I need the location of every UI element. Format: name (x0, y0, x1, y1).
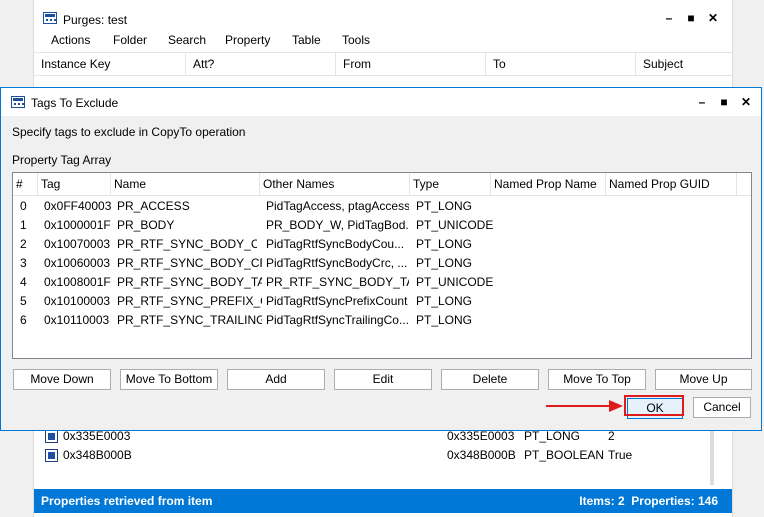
maximize-icon[interactable]: ■ (713, 95, 735, 109)
table-row[interactable]: 0x348B000B 0x348B000B PT_BOOLEAN True (34, 446, 732, 465)
column-name[interactable]: Name (111, 173, 260, 195)
column-index[interactable]: # (13, 173, 38, 195)
status-bar: Properties retrieved from item Items: 2 … (34, 489, 732, 513)
column-att[interactable]: Att? (185, 53, 335, 75)
dialog-app-icon (11, 96, 25, 108)
instruction-text: Specify tags to exclude in CopyTo operat… (12, 125, 246, 139)
list-item[interactable]: 1 0x1000001F PR_BODY PR_BODY_W, PidTagBo… (13, 216, 751, 235)
menu-bar: Actions Folder Search Property Table Too… (34, 30, 732, 50)
list-item[interactable]: 3 0x10060003 PR_RTF_SYNC_BODY_CRC PidTag… (13, 254, 751, 273)
maximize-icon[interactable]: ■ (680, 11, 702, 25)
purges-window-title: Purges: test (63, 13, 128, 27)
list-item[interactable]: 6 0x10110003 PR_RTF_SYNC_TRAILING... Pid… (13, 311, 751, 330)
move-up-button[interactable]: Move Up (655, 369, 752, 390)
cancel-button[interactable]: Cancel (693, 397, 751, 418)
tag-list-header: # Tag Name Other Names Type Named Prop N… (13, 173, 751, 196)
column-named-prop-name[interactable]: Named Prop Name (491, 173, 606, 195)
menu-search[interactable]: Search (168, 33, 206, 47)
menu-property[interactable]: Property (225, 33, 270, 47)
group-label: Property Tag Array (12, 153, 112, 167)
dialog-titlebar: Tags To Exclude – ■ ✕ (1, 88, 761, 116)
add-button[interactable]: Add (227, 369, 325, 390)
menu-tools[interactable]: Tools (342, 33, 370, 47)
move-to-bottom-button[interactable]: Move To Bottom (120, 369, 218, 390)
minimize-icon[interactable]: – (658, 11, 680, 25)
move-to-top-button[interactable]: Move To Top (548, 369, 646, 390)
arrow-right-icon (546, 400, 623, 412)
column-from[interactable]: From (335, 53, 485, 75)
menu-folder[interactable]: Folder (113, 33, 147, 47)
column-tag[interactable]: Tag (38, 173, 111, 195)
property-icon (45, 449, 58, 462)
property-tag-list[interactable]: # Tag Name Other Names Type Named Prop N… (12, 172, 752, 359)
list-item[interactable]: 0 0x0FF40003 PR_ACCESS PidTagAccess, pta… (13, 197, 751, 216)
status-message: Properties retrieved from item (41, 494, 213, 508)
close-icon[interactable]: ✕ (702, 11, 724, 25)
tags-to-exclude-dialog: Tags To Exclude – ■ ✕ Specify tags to ex… (0, 87, 762, 431)
dialog-title: Tags To Exclude (31, 96, 119, 110)
minimize-icon[interactable]: – (691, 95, 713, 109)
app-icon (43, 12, 57, 24)
column-other-names[interactable]: Other Names (260, 173, 410, 195)
ok-button[interactable]: OK (627, 398, 683, 419)
status-counts: Items: 2 Properties: 146 (579, 494, 718, 508)
menu-actions[interactable]: Actions (51, 33, 90, 47)
edit-button[interactable]: Edit (334, 369, 432, 390)
menu-table[interactable]: Table (292, 33, 321, 47)
close-icon[interactable]: ✕ (735, 95, 757, 109)
column-subject[interactable]: Subject (635, 53, 732, 75)
list-action-buttons: Move Down Move To Bottom Add Edit Delete… (13, 369, 753, 390)
move-down-button[interactable]: Move Down (13, 369, 111, 390)
column-type[interactable]: Type (410, 173, 491, 195)
delete-button[interactable]: Delete (441, 369, 539, 390)
column-instance-key[interactable]: Instance Key (34, 53, 185, 75)
column-to[interactable]: To (485, 53, 635, 75)
column-named-prop-guid[interactable]: Named Prop GUID (606, 173, 737, 195)
list-item[interactable]: 5 0x10100003 PR_RTF_SYNC_PREFIX_C... Pid… (13, 292, 751, 311)
property-icon (45, 430, 58, 443)
list-item[interactable]: 2 0x10070003 PR_RTF_SYNC_BODY_C... PidTa… (13, 235, 751, 254)
items-table-header: Instance Key Att? From To Subject (34, 52, 732, 76)
list-item[interactable]: 4 0x1008001F PR_RTF_SYNC_BODY_TAG PR_RTF… (13, 273, 751, 292)
